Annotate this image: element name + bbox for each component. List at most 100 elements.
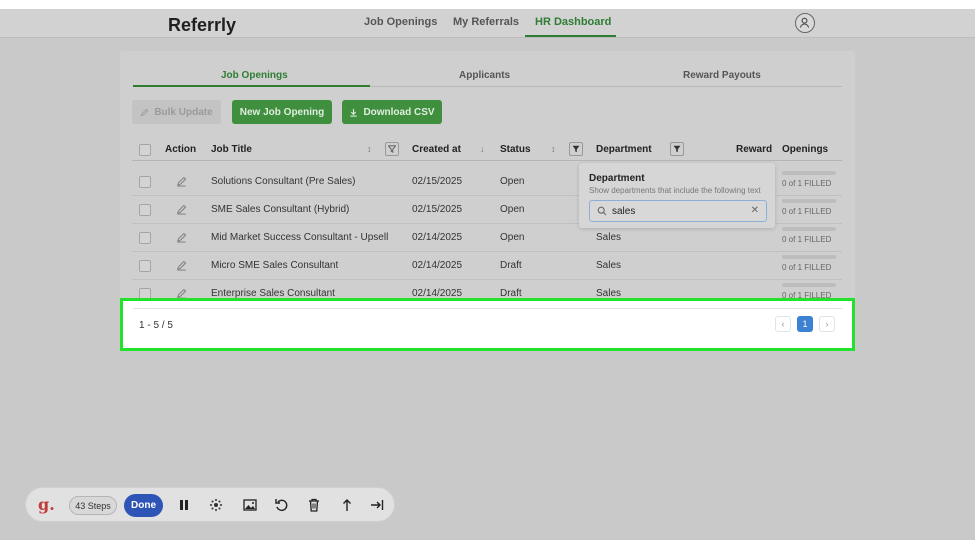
nav-hr-dashboard[interactable]: HR Dashboard bbox=[535, 16, 611, 28]
download-csv-button[interactable]: Download CSV bbox=[342, 100, 442, 124]
header-job-title[interactable]: Job Title bbox=[211, 144, 252, 155]
filter-icon[interactable] bbox=[385, 142, 399, 156]
cell-created-at: 02/14/2025 bbox=[412, 260, 463, 271]
arrow-up-icon[interactable] bbox=[339, 497, 355, 513]
row-checkbox[interactable] bbox=[139, 260, 151, 272]
cell-openings: 0 of 1 FILLED bbox=[782, 291, 832, 300]
dashboard-card: Job Openings Applicants Reward Payouts B… bbox=[120, 51, 855, 343]
openings-progress bbox=[782, 283, 836, 287]
next-page-button[interactable]: › bbox=[819, 316, 835, 332]
header-action: Action bbox=[165, 144, 197, 155]
cell-status: Open bbox=[500, 232, 525, 243]
cell-status: Draft bbox=[500, 288, 522, 299]
cell-department: Sales bbox=[596, 260, 622, 271]
new-job-opening-button[interactable]: New Job Opening bbox=[232, 100, 332, 124]
app-frame: Referrly Job Openings My Referrals HR Da… bbox=[0, 9, 975, 540]
download-icon bbox=[350, 108, 358, 117]
table-row[interactable]: Micro SME Sales Consultant 02/14/2025 Dr… bbox=[132, 252, 842, 280]
pause-icon[interactable] bbox=[176, 497, 192, 513]
row-checkbox[interactable] bbox=[139, 176, 151, 188]
cell-openings: 0 of 1 FILLED bbox=[782, 179, 832, 188]
nav-active-indicator bbox=[525, 35, 616, 37]
header-openings: Openings bbox=[782, 144, 829, 155]
nav-my-referrals[interactable]: My Referrals bbox=[453, 16, 519, 28]
department-filter-input[interactable]: sales ✕ bbox=[589, 200, 767, 222]
clear-icon[interactable]: ✕ bbox=[751, 205, 759, 216]
new-job-opening-label: New Job Opening bbox=[239, 106, 325, 118]
edit-icon[interactable] bbox=[176, 260, 187, 271]
tab-active-indicator bbox=[133, 85, 370, 87]
cell-openings: 0 of 1 FILLED bbox=[782, 263, 832, 272]
cell-status: Draft bbox=[500, 260, 522, 271]
footer-divider bbox=[133, 308, 842, 309]
cell-openings: 0 of 1 FILLED bbox=[782, 235, 832, 244]
page-1-button[interactable]: 1 bbox=[797, 316, 813, 332]
header-created-at[interactable]: Created at bbox=[412, 144, 461, 155]
pagination-range: 1 - 5 / 5 bbox=[139, 320, 173, 331]
skip-to-end-icon[interactable] bbox=[369, 497, 385, 513]
cell-created-at: 02/15/2025 bbox=[412, 176, 463, 187]
row-checkbox[interactable] bbox=[139, 232, 151, 244]
cell-job-title[interactable]: Mid Market Success Consultant - Upsell bbox=[211, 232, 388, 243]
row-checkbox[interactable] bbox=[139, 204, 151, 216]
header-status[interactable]: Status bbox=[500, 144, 531, 155]
search-icon bbox=[597, 206, 607, 216]
nav-job-openings[interactable]: Job Openings bbox=[364, 16, 437, 28]
blur-icon[interactable] bbox=[208, 497, 224, 513]
tab-reward-payouts[interactable]: Reward Payouts bbox=[683, 70, 761, 81]
undo-icon[interactable] bbox=[274, 497, 290, 513]
filter-popup-title: Department bbox=[589, 173, 645, 184]
sort-icon[interactable]: ↕ bbox=[367, 144, 372, 154]
openings-progress bbox=[782, 171, 836, 175]
cell-department: Sales bbox=[596, 288, 622, 299]
edit-icon[interactable] bbox=[176, 288, 187, 299]
cell-status: Open bbox=[500, 176, 525, 187]
filter-popup-help: Show departments that include the follow… bbox=[589, 186, 761, 195]
image-icon[interactable] bbox=[242, 497, 258, 513]
cell-created-at: 02/15/2025 bbox=[412, 204, 463, 215]
trash-icon[interactable] bbox=[306, 497, 322, 513]
top-navigation: Referrly Job Openings My Referrals HR Da… bbox=[0, 9, 975, 38]
openings-progress bbox=[782, 255, 836, 259]
cell-openings: 0 of 1 FILLED bbox=[782, 207, 832, 216]
select-all-checkbox[interactable] bbox=[139, 144, 151, 156]
sort-desc-icon[interactable]: ↓ bbox=[480, 144, 485, 154]
table-header: Action Job Title ↕ Created at ↓ Status ↕… bbox=[132, 139, 842, 161]
cell-job-title[interactable]: Enterprise Sales Consultant bbox=[211, 288, 335, 299]
steps-counter[interactable]: 43 Steps bbox=[69, 496, 117, 515]
pagination-footer: 1 - 5 / 5 ‹ 1 › bbox=[123, 301, 852, 348]
openings-progress bbox=[782, 199, 836, 203]
cell-created-at: 02/14/2025 bbox=[412, 232, 463, 243]
edit-icon[interactable] bbox=[176, 176, 187, 187]
sort-icon[interactable]: ↕ bbox=[551, 144, 556, 154]
filter-input-value: sales bbox=[612, 206, 636, 217]
recorder-logo: g. bbox=[38, 495, 55, 514]
cell-job-title[interactable]: SME Sales Consultant (Hybrid) bbox=[211, 204, 349, 215]
header-reward: Reward bbox=[736, 144, 773, 155]
table-row[interactable]: Mid Market Success Consultant - Upsell 0… bbox=[132, 224, 842, 252]
cell-department: Sales bbox=[596, 232, 622, 243]
prev-page-button[interactable]: ‹ bbox=[775, 316, 791, 332]
done-button[interactable]: Done bbox=[124, 494, 163, 517]
row-checkbox[interactable] bbox=[139, 288, 151, 300]
cell-job-title[interactable]: Micro SME Sales Consultant bbox=[211, 260, 338, 271]
cell-created-at: 02/14/2025 bbox=[412, 288, 463, 299]
filter-icon[interactable] bbox=[670, 142, 684, 156]
download-csv-label: Download CSV bbox=[363, 106, 435, 118]
cell-job-title[interactable]: Solutions Consultant (Pre Sales) bbox=[211, 176, 356, 187]
filter-icon[interactable] bbox=[569, 142, 583, 156]
department-filter-popup: Department Show departments that include… bbox=[579, 163, 775, 228]
bulk-update-button[interactable]: Bulk Update bbox=[132, 100, 221, 124]
edit-icon[interactable] bbox=[176, 232, 187, 243]
user-avatar-icon[interactable] bbox=[795, 13, 815, 33]
bulk-update-label: Bulk Update bbox=[154, 106, 213, 118]
header-department[interactable]: Department bbox=[596, 144, 652, 155]
openings-progress bbox=[782, 227, 836, 231]
tab-applicants[interactable]: Applicants bbox=[459, 70, 510, 81]
tab-job-openings[interactable]: Job Openings bbox=[221, 70, 288, 81]
cell-status: Open bbox=[500, 204, 525, 215]
edit-icon[interactable] bbox=[176, 204, 187, 215]
app-logo[interactable]: Referrly bbox=[168, 15, 236, 36]
recorder-toolbar: g. 43 Steps Done bbox=[25, 487, 395, 522]
edit-icon bbox=[141, 108, 149, 116]
